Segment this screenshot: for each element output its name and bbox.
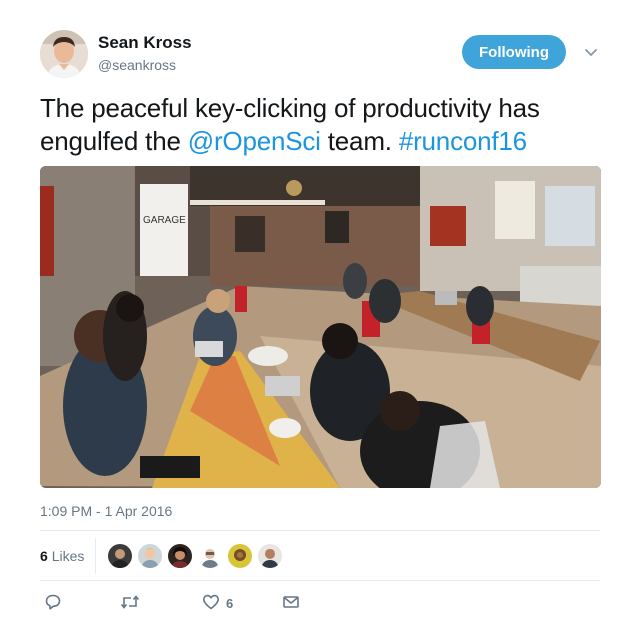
garage-sign: GARAGE bbox=[143, 215, 186, 226]
retweet-icon bbox=[120, 593, 140, 614]
liker-avatar[interactable] bbox=[258, 544, 282, 568]
divider-bottom bbox=[40, 580, 600, 581]
like-button[interactable]: 6 bbox=[202, 593, 233, 614]
liker-avatar[interactable] bbox=[108, 544, 132, 568]
divider-top bbox=[40, 530, 600, 531]
tweet-text: The peaceful key-clicking of productivit… bbox=[40, 92, 600, 158]
hashtag-link[interactable]: #runconf16 bbox=[399, 126, 527, 156]
following-button[interactable]: Following bbox=[462, 35, 566, 69]
liker-avatar[interactable] bbox=[198, 544, 222, 568]
user-display-name[interactable]: Sean Kross bbox=[98, 33, 192, 53]
liker-avatar[interactable] bbox=[168, 544, 192, 568]
likes-separator bbox=[95, 538, 96, 574]
tweet-card: Sean Kross @seankross Following The peac… bbox=[0, 0, 638, 641]
mention-link[interactable]: @rOpenSci bbox=[188, 126, 321, 156]
liker-avatars bbox=[108, 544, 282, 568]
user-handle[interactable]: @seankross bbox=[98, 57, 176, 73]
user-avatar[interactable] bbox=[40, 30, 88, 78]
chevron-down-icon[interactable] bbox=[583, 44, 599, 60]
like-count: 6 bbox=[226, 596, 234, 611]
retweet-button[interactable] bbox=[120, 593, 140, 614]
envelope-icon bbox=[282, 593, 300, 614]
liker-avatar[interactable] bbox=[228, 544, 252, 568]
reply-button[interactable] bbox=[44, 593, 62, 614]
tweet-timestamp[interactable]: 1:09 PM - 1 Apr 2016 bbox=[40, 503, 172, 519]
likes-label: Likes bbox=[51, 548, 85, 564]
direct-message-button[interactable] bbox=[282, 593, 300, 614]
liker-avatar[interactable] bbox=[138, 544, 162, 568]
likes-count[interactable]: 6 Likes bbox=[40, 548, 84, 564]
likes-number: 6 bbox=[40, 548, 48, 564]
tweet-text-part2: team. bbox=[320, 126, 399, 156]
heart-icon bbox=[202, 593, 220, 614]
tweet-photo[interactable]: GARAGE bbox=[40, 166, 601, 488]
speech-bubble-icon bbox=[44, 593, 62, 614]
